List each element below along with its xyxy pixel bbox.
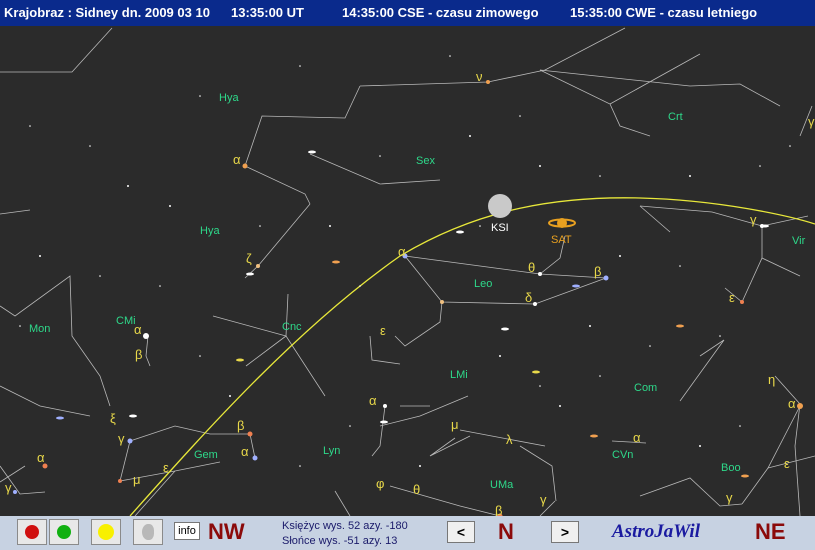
star-label-epsilon-vir: ε (729, 290, 735, 305)
direction-center: N (498, 519, 514, 544)
label-boo: Boo (721, 462, 741, 474)
label-hya-2: Hya (200, 225, 220, 237)
next-direction-button[interactable]: > (551, 521, 579, 543)
star-label-theta-leo: θ (528, 260, 535, 275)
star-label-mu-uma: μ (451, 417, 459, 432)
star-label-nu: ν (476, 69, 483, 84)
sun-icon (98, 524, 114, 540)
title-ut: 13:35:00 UT (231, 5, 304, 20)
star-labels: ν α ζ α θ β δ ε γ ε γ α β ξ γ β α ε μ α … (5, 69, 815, 516)
label-mon: Mon (29, 323, 50, 335)
star-label-alpha-lyn: α (369, 393, 377, 408)
star-label-alpha-cvn: α (633, 430, 641, 445)
moon-phase-button[interactable] (133, 519, 163, 545)
direction-right: NE (755, 519, 786, 544)
label-uma: UMa (490, 479, 514, 491)
star-label-gamma-uma: γ (540, 492, 547, 507)
direction-left: NW (208, 519, 245, 544)
brand-logo: AstroJaWil (612, 521, 700, 542)
star-label-delta-leo: δ (525, 290, 532, 305)
star-label-epsilon-gem: ε (163, 460, 169, 475)
star-label-alpha-leo: α (398, 244, 406, 259)
label-leo: Leo (474, 278, 492, 290)
star-label-gamma-vir: γ (750, 212, 757, 227)
moon-label: KSI (491, 222, 509, 234)
star-label-gamma-far: γ (5, 480, 12, 495)
green-dot-icon (57, 525, 71, 539)
deep-sky-markers (56, 150, 769, 478)
moon-phase-icon (142, 524, 154, 540)
title-bar: Krajobraz : Sidney dn. 2009 03 10 13:35:… (0, 0, 815, 26)
star-label-eta: η (768, 372, 775, 387)
label-gem: Gem (194, 449, 218, 461)
star-label-alpha-gem: α (241, 444, 249, 459)
green-button[interactable] (49, 519, 79, 545)
label-vir: Vir (792, 235, 806, 247)
sun-position-info: Słońce wys. -51 azy. 13 (282, 535, 398, 547)
star-label-beta-leo: β (594, 264, 601, 279)
title-cse: 14:35:00 CSE - czasu zimowego (342, 5, 539, 20)
star-label-lambda-uma: λ (506, 432, 513, 447)
label-sex: Sex (416, 155, 435, 167)
label-lyn: Lyn (323, 445, 340, 457)
red-dot-icon (25, 525, 39, 539)
title-location: Krajobraz : Sidney dn. 2009 03 10 (4, 5, 210, 20)
star-label-alpha-mon: α (37, 450, 45, 465)
star-label-gamma-boo: γ (726, 490, 733, 505)
label-cmi: CMi (116, 315, 136, 327)
label-cnc: Cnc (282, 321, 302, 333)
star-label-alpha-cmi: α (134, 322, 142, 337)
star-label-mu-gem: μ (133, 472, 141, 487)
constellation-labels: Hya Hya Sex Crt Vir Leo Cnc Mon CMi LMi … (29, 92, 806, 491)
sky-map-canvas[interactable]: KSI SAT Hya Hya Sex Crt Vir Leo Cnc Mon … (0, 26, 815, 516)
star-label-alpha-hya: α (233, 152, 241, 167)
label-com: Com (634, 382, 657, 394)
named-stars (13, 80, 803, 516)
star-label-theta-uma: θ (413, 482, 420, 497)
saturn-label: SAT (551, 234, 572, 246)
bottom-toolbar: info NW Księżyc wys. 52 azy. -180 Słońce… (0, 516, 815, 550)
title-cwe: 15:35:00 CWE - czasu letniego (570, 5, 758, 20)
star-label-beta-uma: β (495, 503, 502, 516)
star-label-gamma-right: γ (808, 114, 815, 129)
info-button[interactable]: info (174, 522, 200, 540)
sun-button[interactable] (91, 519, 121, 545)
sky-map[interactable]: KSI SAT Hya Hya Sex Crt Vir Leo Cnc Mon … (0, 26, 815, 516)
label-lmi: LMi (450, 369, 468, 381)
label-hya-1: Hya (219, 92, 239, 104)
star-label-xi: ξ (110, 411, 116, 426)
saturn-icon[interactable] (548, 218, 576, 228)
moon-position-info: Księżyc wys. 52 azy. -180 (282, 520, 408, 532)
star-label-zeta: ζ (246, 251, 252, 266)
red-button[interactable] (17, 519, 47, 545)
star-label-beta-cmi: β (135, 347, 142, 362)
prev-direction-button[interactable]: < (447, 521, 475, 543)
star-label-alpha-boo: α (788, 396, 796, 411)
label-crt: Crt (668, 111, 683, 123)
moon-icon[interactable] (488, 194, 512, 218)
star-label-epsilon-leo: ε (380, 323, 386, 338)
label-cvn: CVn (612, 449, 633, 461)
star-label-epsilon-boo: ε (784, 456, 790, 471)
star-label-phi: φ (376, 476, 384, 491)
star-label-gamma-gem: γ (118, 431, 125, 446)
star-label-beta-gem: β (237, 418, 244, 433)
